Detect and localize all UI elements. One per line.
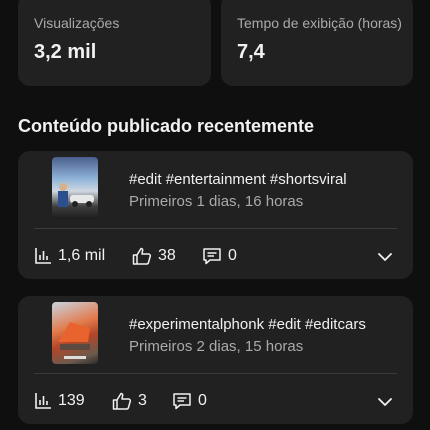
expand-button[interactable] bbox=[375, 247, 395, 267]
video-subtitle: Primeiros 2 dias, 15 horas bbox=[129, 338, 304, 355]
watch-time-stat-label: Tempo de exibição (horas) bbox=[237, 15, 402, 31]
watch-time-stat-value: 7,4 bbox=[237, 41, 265, 63]
views-metric: 1,6 mil bbox=[34, 246, 105, 266]
views-stat-label: Visualizações bbox=[34, 15, 120, 31]
chevron-down-icon bbox=[378, 253, 392, 261]
comments-count: 0 bbox=[228, 247, 237, 264]
car-thumbnail-icon bbox=[58, 183, 94, 207]
video-thumbnail[interactable] bbox=[52, 157, 98, 219]
video-thumbnail[interactable] bbox=[52, 302, 98, 364]
video-title[interactable]: #edit #entertainment #shortsviral bbox=[129, 171, 399, 188]
video-subtitle: Primeiros 1 dias, 16 horas bbox=[129, 193, 304, 210]
thumbs-up-icon bbox=[132, 247, 152, 265]
divider bbox=[34, 373, 397, 374]
views-stat-value: 3,2 mil bbox=[34, 41, 97, 63]
section-title: Conteúdo publicado recentemente bbox=[18, 116, 315, 136]
video-title[interactable]: #experimentalphonk #edit #editcars bbox=[129, 316, 399, 333]
comment-icon bbox=[203, 248, 221, 265]
views-stat-card[interactable]: Visualizações 3,2 mil bbox=[18, 0, 211, 86]
comments-count: 0 bbox=[198, 392, 207, 409]
video-card[interactable]: #edit #entertainment #shortsviral Primei… bbox=[18, 151, 413, 279]
expand-button[interactable] bbox=[375, 392, 395, 412]
comments-metric: 0 bbox=[172, 391, 207, 411]
likes-count: 3 bbox=[138, 392, 147, 409]
thumbs-up-icon bbox=[112, 392, 132, 410]
views-metric: 139 bbox=[34, 391, 85, 411]
bar-chart-icon bbox=[35, 393, 51, 409]
divider bbox=[34, 228, 397, 229]
likes-count: 38 bbox=[158, 247, 176, 264]
chevron-down-icon bbox=[378, 398, 392, 406]
views-count: 1,6 mil bbox=[58, 247, 106, 264]
watch-time-stat-card[interactable]: Tempo de exibição (horas) 7,4 bbox=[221, 0, 413, 86]
views-count: 139 bbox=[58, 392, 85, 409]
likes-metric: 38 bbox=[132, 246, 176, 266]
orange-car-thumbnail-icon bbox=[58, 322, 90, 359]
video-card[interactable]: #experimentalphonk #edit #editcars Prime… bbox=[18, 296, 413, 424]
likes-metric: 3 bbox=[112, 391, 147, 411]
bar-chart-icon bbox=[35, 248, 51, 264]
comment-icon bbox=[173, 393, 191, 410]
comments-metric: 0 bbox=[202, 246, 237, 266]
